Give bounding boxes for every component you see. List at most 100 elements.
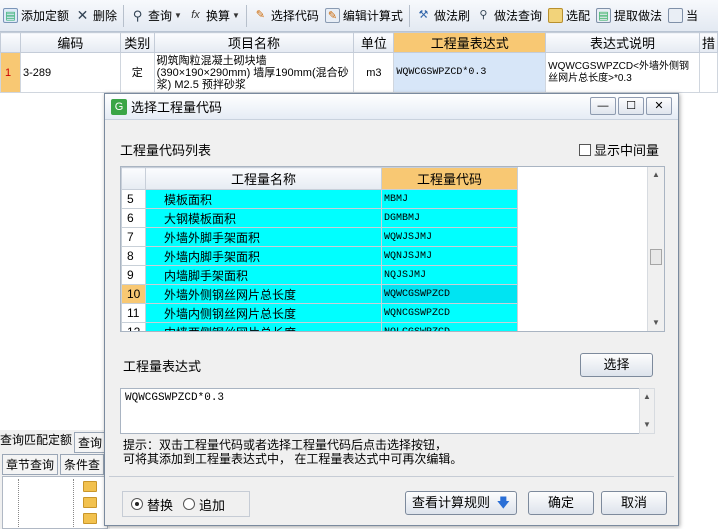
dialog-title-bar[interactable]: G 选择工程量代码 — ☐ ✕: [105, 94, 678, 120]
scroll-up-icon[interactable]: ▲: [640, 389, 654, 405]
list-item[interactable]: 11 外墙内侧钢丝网片总长度 WQNCGSWPZCD: [121, 303, 518, 323]
list-item-name[interactable]: 外墙外脚手架面积: [145, 227, 382, 247]
list-item-selected[interactable]: 10 外墙外侧钢丝网片总长度 WQWCGSWPZCD: [121, 284, 518, 304]
cell-unit[interactable]: m3: [353, 52, 395, 93]
list-item-code[interactable]: MBMJ: [381, 189, 518, 209]
tab-condition-query[interactable]: 条件查: [60, 454, 105, 475]
scroll-thumb[interactable]: [650, 249, 662, 265]
grid-header-explanation[interactable]: 表达式说明: [545, 32, 700, 53]
list-item[interactable]: 5 模板面积 MBMJ: [121, 189, 518, 209]
expression-input[interactable]: WQWCGSWPZCD*0.3: [120, 388, 655, 434]
list-item-code[interactable]: DGMBMJ: [381, 208, 518, 228]
list-item-code[interactable]: WQNJSJMJ: [381, 246, 518, 266]
match-button[interactable]: 选配: [545, 3, 593, 29]
hint-line-1: 提示：双击工程量代码或者选择工程量代码后点击选择按钮，: [123, 438, 448, 452]
folder-icon: [83, 513, 97, 524]
list-item-name[interactable]: 外墙内脚手架面积: [145, 246, 382, 266]
select-code-button[interactable]: ✎ 选择代码: [250, 3, 322, 29]
toolbar-separator: [123, 4, 125, 27]
method-brush-button[interactable]: ⚒ 做法刷: [413, 3, 473, 29]
grid-header-code[interactable]: 编码: [19, 32, 121, 53]
current-button[interactable]: 当: [665, 3, 701, 29]
quantity-code-list[interactable]: 工程量名称 工程量代码 5 模板面积 MBMJ 6 大钢模板面积 DGMBMJ …: [120, 166, 665, 332]
list-item[interactable]: 6 大钢模板面积 DGMBMJ: [121, 208, 518, 228]
extract-icon: ▤: [595, 8, 611, 23]
extract-method-button[interactable]: ▤ 提取做法: [593, 3, 665, 29]
minimize-button[interactable]: —: [590, 97, 616, 115]
dialog-divider: [109, 476, 674, 477]
list-item-name[interactable]: 外墙外侧钢丝网片总长度: [145, 284, 382, 304]
list-item-code[interactable]: WQWCGSWPZCD: [381, 284, 518, 304]
cell-measure[interactable]: [698, 52, 718, 93]
list-item[interactable]: 8 外墙内脚手架面积 WQNJSJMJ: [121, 246, 518, 266]
list-item-code[interactable]: NQLCGSWPZCD: [381, 322, 518, 331]
scroll-up-icon[interactable]: ▲: [648, 167, 664, 183]
edit-formula-icon: ✎: [324, 8, 340, 23]
table-row[interactable]: 1 3-289 定 砌筑陶粒混凝土砌块墙(390×190×290mm) 墙厚19…: [0, 52, 718, 93]
tab-match-quota[interactable]: 查询匹配定额: [0, 431, 72, 448]
expression-scrollbar[interactable]: ▲ ▼: [639, 388, 655, 434]
radio-replace[interactable]: 替换: [131, 495, 173, 514]
radio-dot[interactable]: [183, 498, 196, 510]
grid-header-rownum: [0, 32, 21, 53]
list-item-name[interactable]: 外墙内侧钢丝网片总长度: [145, 303, 382, 323]
list-item-code[interactable]: WQNCGSWPZCD: [381, 303, 518, 323]
show-intermediate-checkbox[interactable]: 显示中间量: [579, 140, 659, 159]
select-button[interactable]: 选择: [580, 353, 653, 377]
radio-dot-selected[interactable]: [131, 498, 143, 510]
convert-button[interactable]: fx 换算 ▼: [185, 3, 243, 29]
list-item-name[interactable]: 模板面积: [145, 189, 382, 209]
grid-header-category[interactable]: 类别: [119, 32, 155, 53]
cell-explanation[interactable]: WQWCGSWPZCD<外墙外侧钢丝网片总长度>*0.3: [545, 52, 700, 93]
list-item-num: 9: [121, 265, 146, 285]
method-search-button[interactable]: ⚲ 做法查询: [473, 3, 545, 29]
maximize-button[interactable]: ☐: [618, 97, 644, 115]
grid-header-unit[interactable]: 单位: [353, 32, 395, 53]
list-item-name[interactable]: 内墙脚手架面积: [145, 265, 382, 285]
scroll-down-icon[interactable]: ▼: [640, 417, 654, 433]
select-quantity-code-dialog: G 选择工程量代码 — ☐ ✕ 工程量代码列表 显示中间量 工程量名称 工程量代…: [104, 93, 679, 526]
list-item-name[interactable]: 大钢模板面积: [145, 208, 382, 228]
window-buttons: — ☐ ✕: [588, 97, 672, 115]
grid-header-expression[interactable]: 工程量表达式: [393, 32, 547, 53]
row-number[interactable]: 1: [0, 52, 21, 93]
ok-button[interactable]: 确定: [528, 491, 594, 515]
grid-header-measure[interactable]: 措: [698, 32, 718, 53]
list-item[interactable]: 7 外墙外脚手架面积 WQWJSJMJ: [121, 227, 518, 247]
cell-code[interactable]: 3-289: [19, 52, 121, 93]
chevron-down-icon: ▼: [231, 11, 240, 20]
expression-label: 工程量表达式: [123, 359, 202, 374]
grid-header-name[interactable]: 项目名称: [153, 32, 355, 53]
hint-text: 提示：双击工程量代码或者选择工程量代码后点击选择按钮， 可将其添加到工程量表达式…: [123, 438, 663, 466]
cell-category[interactable]: 定: [119, 52, 155, 93]
cancel-button[interactable]: 取消: [601, 491, 667, 515]
close-button[interactable]: ✕: [646, 97, 672, 115]
list-header-name[interactable]: 工程量名称: [145, 167, 382, 190]
cell-name[interactable]: 砌筑陶粒混凝土砌块墙(390×190×290mm) 墙厚190mm(混合砂浆) …: [153, 52, 355, 93]
tab-chapter-query[interactable]: 章节查询: [2, 454, 59, 475]
add-quota-button[interactable]: ▤ 添加定额: [0, 3, 72, 29]
scroll-down-icon[interactable]: ▼: [648, 315, 664, 331]
list-item[interactable]: 9 内墙脚手架面积 NQJSJMJ: [121, 265, 518, 285]
delete-icon: ✕: [76, 7, 89, 23]
insert-mode-group: 替换 追加: [122, 491, 250, 517]
search-icon: ⚲: [132, 8, 143, 23]
list-item-code[interactable]: WQWJSJMJ: [381, 227, 518, 247]
list-item-code[interactable]: NQJSJMJ: [381, 265, 518, 285]
code-list-label: 工程量代码列表: [120, 143, 212, 158]
tab-query[interactable]: 查询: [74, 432, 107, 453]
list-item-num: 12: [121, 322, 146, 331]
delete-button[interactable]: ✕ 删除: [72, 3, 120, 29]
view-rules-button[interactable]: 查看计算规则 🡇: [405, 491, 517, 515]
search-button[interactable]: ⚲ 查询 ▼: [127, 3, 185, 29]
list-header-code[interactable]: 工程量代码: [381, 167, 518, 190]
checkbox-box[interactable]: [579, 143, 591, 156]
list-item-num: 11: [121, 303, 146, 323]
radio-append[interactable]: 追加: [183, 495, 225, 514]
list-scrollbar[interactable]: ▲ ▼: [647, 167, 664, 331]
chapter-tree[interactable]: [2, 476, 108, 529]
list-item[interactable]: 12 内墙两侧钢丝网片总长度 NQLCGSWPZCD: [121, 322, 518, 331]
edit-formula-button[interactable]: ✎ 编辑计算式: [322, 3, 406, 29]
cell-expression[interactable]: WQWCGSWPZCD*0.3: [393, 52, 547, 93]
list-item-name[interactable]: 内墙两侧钢丝网片总长度: [145, 322, 382, 331]
